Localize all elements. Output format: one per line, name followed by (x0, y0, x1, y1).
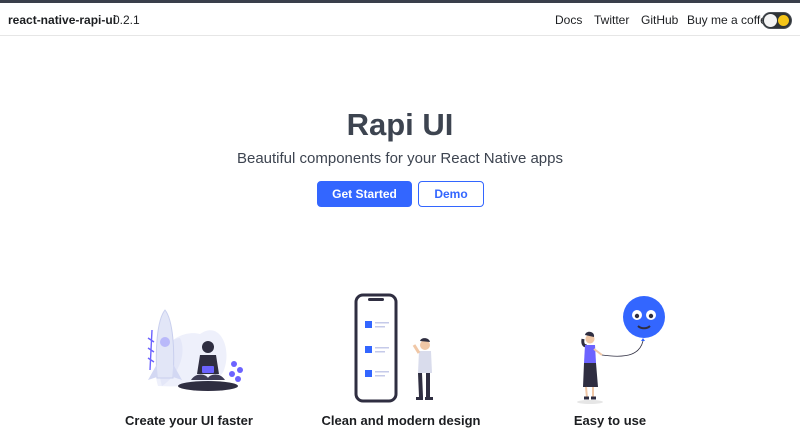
phone-ui-illustration (354, 293, 433, 403)
feature-title-easy-to-use: Easy to use (573, 413, 647, 428)
navbar: react-native-rapi-ui 0.2.1 Docs Twitter … (0, 3, 800, 36)
nav-link-docs[interactable]: Docs (555, 13, 582, 27)
nav-link-buy-me-a-coffee[interactable]: Buy me a coffee (687, 13, 774, 27)
version-link[interactable]: 0.2.1 (113, 13, 140, 27)
theme-toggle[interactable] (762, 12, 792, 29)
brand-link[interactable]: react-native-rapi-ui (8, 13, 116, 27)
sun-icon (778, 15, 789, 26)
get-started-button[interactable]: Get Started (317, 181, 412, 207)
hero-subtitle: Beautiful components for your React Nati… (236, 150, 563, 167)
feature-title-clean-design: Clean and modern design (321, 413, 481, 428)
nav-link-github[interactable]: GitHub (641, 13, 678, 27)
feature-title-create-ui: Create your UI faster (125, 413, 253, 428)
demo-button[interactable]: Demo (418, 181, 484, 207)
nav-link-twitter[interactable]: Twitter (594, 13, 629, 27)
toggle-knob (764, 14, 777, 27)
balloon-girl-illustration (577, 296, 665, 404)
rocket-developer-illustration (147, 309, 243, 391)
hero-title: Rapi UI (346, 107, 454, 142)
